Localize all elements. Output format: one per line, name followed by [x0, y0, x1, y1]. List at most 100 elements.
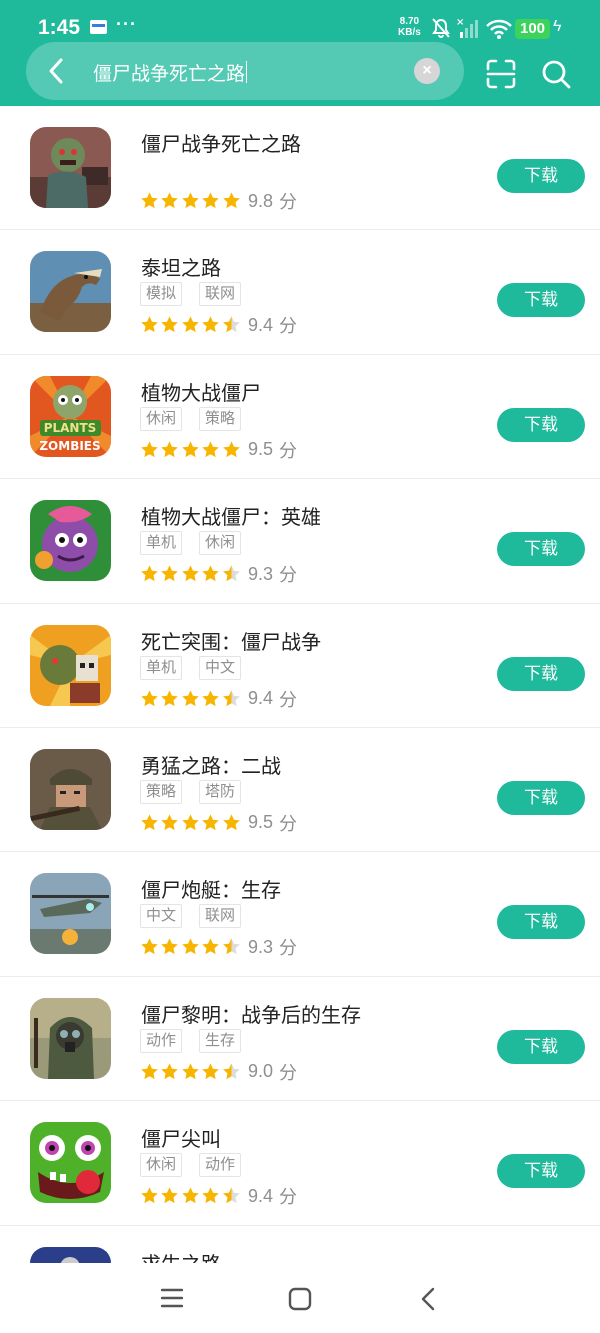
app-tag: 动作 — [199, 1153, 242, 1178]
svg-text:×: × — [456, 17, 464, 28]
app-tags: 单机 休闲 — [140, 531, 258, 556]
star-full-icon — [202, 814, 219, 831]
star-full-icon — [141, 565, 158, 582]
green-monster-icon[interactable] — [30, 1122, 111, 1204]
app-tags: 单机 中文 — [140, 655, 258, 680]
rating-stars — [140, 315, 242, 335]
star-full-icon — [222, 814, 240, 831]
gas-mask-icon[interactable] — [30, 997, 111, 1079]
star-full-icon — [141, 938, 158, 955]
star-full-icon — [161, 814, 179, 831]
score-unit: 分 — [278, 565, 297, 586]
app-name[interactable]: 植物大战僵尸：英雄 — [141, 501, 321, 530]
app-name[interactable]: 植物大战僵尸 — [141, 377, 261, 406]
app-tag: 策略 — [140, 779, 183, 804]
zombie-war-icon[interactable] — [30, 127, 111, 208]
app-name[interactable]: 僵尸尖叫 — [141, 1123, 221, 1152]
app-score: 9.4 — [247, 1185, 273, 1206]
app-list-item[interactable]: 死亡突围：僵尸战争 单机 中文 9.4 分下载 — [0, 604, 600, 728]
search-results-list[interactable]: 僵尸战争死亡之路 9.8 分下载 泰坦之路 模拟 联网 9.4 分下载 PLANTS ZOMBIE… — [0, 106, 600, 1263]
star-full-icon — [222, 192, 240, 209]
app-list-item[interactable]: 求生之路 — [0, 1226, 600, 1263]
download-button[interactable]: 下载 — [497, 1154, 585, 1189]
app-list-item[interactable]: 植物大战僵尸：英雄 单机 休闲 9.3 分 下载 — [0, 479, 600, 604]
score-unit: 分 — [278, 440, 297, 461]
app-name[interactable]: 死亡突围：僵尸战争 — [141, 626, 321, 655]
clear-search-button[interactable]: × — [414, 58, 440, 84]
download-button[interactable]: 下载 — [497, 159, 585, 193]
app-rating: 9.4 分 — [140, 312, 297, 336]
search-box[interactable]: 僵尸战争死亡之路 × — [26, 42, 464, 100]
app-list-item[interactable]: 僵尸炮艇：生存 中文 联网 9.3 分 下载 — [0, 852, 600, 977]
app-score: 9.5 — [247, 812, 273, 833]
download-button[interactable]: 下载 — [497, 407, 585, 442]
app-tags: 休闲 动作 — [140, 1153, 258, 1178]
survival-icon[interactable] — [30, 1246, 111, 1263]
star-half-icon — [222, 1063, 240, 1079]
star-full-icon — [182, 441, 199, 457]
app-score: 9.3 — [247, 563, 273, 584]
score-unit: 分 — [278, 1187, 297, 1208]
app-score: 9.4 — [247, 314, 273, 335]
star-full-icon — [182, 938, 199, 955]
download-button[interactable]: 下载 — [497, 283, 585, 318]
app-name[interactable]: 僵尸战争死亡之路 — [141, 128, 301, 157]
scan-icon[interactable] — [485, 58, 517, 90]
app-tags: 动作 生存 — [140, 1028, 258, 1053]
star-half-icon — [222, 689, 240, 706]
app-score: 9.5 — [247, 439, 273, 460]
menu-icon[interactable] — [160, 1287, 184, 1309]
app-rating: 9.8 分 — [140, 188, 297, 212]
star-full-icon — [141, 441, 158, 457]
gunship-icon[interactable] — [30, 873, 111, 955]
app-tags: 策略 塔防 — [140, 779, 258, 804]
app-list-item[interactable]: 僵尸黎明：战争后的生存 动作 生存 9.0 分下载 — [0, 977, 600, 1102]
wifi-icon — [486, 19, 512, 39]
back-icon[interactable] — [418, 1286, 438, 1312]
dinosaur-icon[interactable] — [30, 251, 111, 333]
battery-level: 100 — [515, 19, 550, 39]
download-button[interactable]: 下载 — [497, 780, 585, 815]
app-name[interactable]: 僵尸炮艇：生存 — [141, 874, 281, 903]
search-icon[interactable] — [540, 58, 572, 90]
app-name[interactable]: 求生之路 — [141, 1248, 221, 1263]
download-button[interactable]: 下载 — [497, 905, 585, 940]
star-full-icon — [141, 1063, 158, 1079]
app-tag: 生存 — [199, 1028, 242, 1053]
star-full-icon — [202, 1187, 219, 1204]
soldier-icon[interactable] — [30, 748, 111, 830]
app-name[interactable]: 泰坦之路 — [141, 252, 221, 281]
star-full-icon — [202, 316, 219, 333]
app-name[interactable]: 勇猛之路：二战 — [141, 750, 281, 779]
app-list-item[interactable]: 泰坦之路 模拟 联网 9.4 分下载 — [0, 230, 600, 355]
star-full-icon — [161, 1063, 179, 1079]
app-rating: 9.3 分 — [140, 934, 297, 958]
back-arrow-icon[interactable] — [36, 51, 76, 91]
download-button[interactable]: 下载 — [497, 532, 585, 567]
search-query: 僵尸战争死亡之路 — [93, 64, 246, 85]
app-tag: 中文 — [140, 904, 183, 929]
app-name[interactable]: 僵尸黎明：战争后的生存 — [141, 999, 361, 1028]
app-score: 9.0 — [247, 1061, 273, 1082]
home-icon[interactable] — [288, 1287, 312, 1311]
app-list-item[interactable]: 僵尸战争死亡之路 9.8 分 下载 — [0, 106, 600, 231]
app-list-item[interactable]: PLANTS ZOMBIES 植物大战僵尸 休闲 策略 9.5 分下载 — [0, 355, 600, 480]
download-button[interactable]: 下载 — [497, 1029, 585, 1064]
network-speed: 8.70 KB/s — [398, 16, 421, 38]
search-input[interactable]: 僵尸战争死亡之路 — [93, 59, 248, 86]
app-rating: 9.5 分 — [140, 810, 297, 834]
star-full-icon — [161, 316, 179, 333]
pvz-heroes-icon[interactable] — [30, 500, 111, 582]
app-list-item[interactable]: 僵尸尖叫 休闲 动作 9.4 分 下载 — [0, 1101, 600, 1226]
app-tag: 联网 — [199, 904, 242, 929]
star-full-icon — [141, 814, 158, 831]
app-list-item[interactable]: 勇猛之路：二战 策略 塔防 9.5 分 下载 — [0, 728, 600, 853]
star-full-icon — [161, 1187, 179, 1204]
download-button[interactable]: 下载 — [497, 656, 585, 691]
star-half-icon — [222, 938, 240, 955]
app-rating: 9.3 分 — [140, 561, 297, 585]
zombie-breakout-icon[interactable] — [30, 624, 111, 706]
star-half-icon — [222, 565, 240, 582]
star-full-icon — [161, 441, 179, 457]
plants-vs-zombies-icon[interactable]: PLANTS ZOMBIES — [30, 375, 111, 457]
